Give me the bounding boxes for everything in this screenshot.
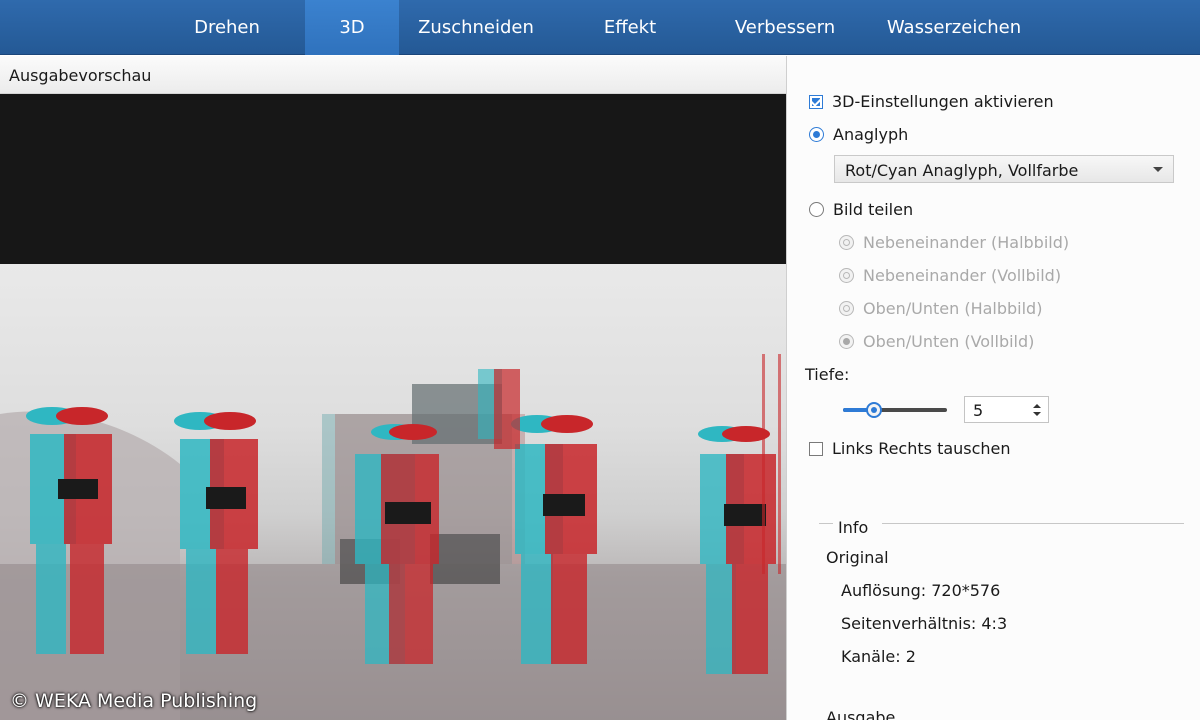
tab-wasserzeichen[interactable]: Wasserzeichen bbox=[880, 0, 1028, 55]
anaglyph-label: Anaglyph bbox=[833, 125, 909, 144]
tab-verbessern[interactable]: Verbessern bbox=[725, 0, 845, 55]
split-sub-option: Nebeneinander (Vollbild) bbox=[839, 266, 1061, 285]
info-divider bbox=[882, 523, 1184, 524]
enable-3d-checkbox[interactable] bbox=[809, 94, 823, 109]
anaglyph-radio[interactable] bbox=[809, 127, 824, 142]
copyright-watermark: © WEKA Media Publishing bbox=[10, 690, 258, 712]
preview-image-art bbox=[0, 354, 786, 720]
tab-bar: Drehen 3D Zuschneiden Effekt Verbessern … bbox=[0, 0, 1200, 55]
anaglyph-type-select[interactable]: Rot/Cyan Anaglyph, Vollfarbe bbox=[834, 155, 1174, 183]
split-radio[interactable] bbox=[809, 202, 824, 217]
swap-row[interactable]: Links Rechts tauschen bbox=[809, 439, 1011, 458]
split-sub-radio bbox=[839, 301, 854, 316]
original-heading: Original bbox=[826, 548, 889, 567]
spin-up-icon[interactable] bbox=[1033, 404, 1041, 408]
info-channels: Kanäle: 2 bbox=[841, 647, 916, 666]
tab-zuschneiden[interactable]: Zuschneiden bbox=[410, 0, 542, 55]
split-sub-label: Nebeneinander (Vollbild) bbox=[863, 266, 1062, 285]
swap-label: Links Rechts tauschen bbox=[832, 439, 1011, 458]
split-label: Bild teilen bbox=[833, 200, 914, 219]
anaglyph-type-value: Rot/Cyan Anaglyph, Vollfarbe bbox=[845, 161, 1079, 180]
depth-spinner[interactable]: 5 bbox=[964, 396, 1049, 423]
info-aspect-ratio: Seitenverhältnis: 4:3 bbox=[841, 614, 1008, 633]
split-sub-option: Oben/Unten (Vollbild) bbox=[839, 332, 1034, 351]
split-sub-option: Oben/Unten (Halbbild) bbox=[839, 299, 1042, 318]
depth-label: Tiefe: bbox=[805, 365, 850, 384]
tab-3d[interactable]: 3D bbox=[305, 0, 399, 55]
swap-checkbox[interactable] bbox=[809, 441, 823, 456]
settings-panel: 3D-Einstellungen aktivieren Anaglyph Rot… bbox=[786, 56, 1200, 720]
info-divider bbox=[819, 523, 833, 524]
enable-3d-row[interactable]: 3D-Einstellungen aktivieren bbox=[809, 92, 1054, 111]
chevron-down-icon bbox=[1153, 167, 1163, 172]
split-sub-label: Oben/Unten (Vollbild) bbox=[863, 332, 1035, 351]
preview-title: Ausgabevorschau bbox=[0, 56, 786, 94]
output-heading: Ausgabe bbox=[826, 708, 896, 720]
split-sub-radio bbox=[839, 268, 854, 283]
preview-area: © WEKA Media Publishing bbox=[0, 94, 786, 720]
enable-3d-label: 3D-Einstellungen aktivieren bbox=[832, 92, 1054, 111]
tab-effekt[interactable]: Effekt bbox=[585, 0, 675, 55]
anaglyph-option[interactable]: Anaglyph bbox=[809, 125, 908, 144]
split-sub-label: Oben/Unten (Halbbild) bbox=[863, 299, 1043, 318]
tab-drehen[interactable]: Drehen bbox=[177, 0, 277, 55]
depth-value: 5 bbox=[973, 401, 984, 420]
spin-down-icon[interactable] bbox=[1033, 412, 1041, 416]
split-sub-option: Nebeneinander (Halbbild) bbox=[839, 233, 1069, 252]
info-title: Info bbox=[838, 518, 869, 537]
depth-slider[interactable] bbox=[843, 402, 947, 418]
info-resolution: Auflösung: 720*576 bbox=[841, 581, 1001, 600]
split-sub-radio bbox=[839, 334, 854, 349]
split-sub-radio bbox=[839, 235, 854, 250]
split-option[interactable]: Bild teilen bbox=[809, 200, 913, 219]
split-sub-label: Nebeneinander (Halbbild) bbox=[863, 233, 1070, 252]
anaglyph-preview-image bbox=[0, 264, 786, 720]
depth-slider-thumb[interactable] bbox=[866, 402, 883, 418]
